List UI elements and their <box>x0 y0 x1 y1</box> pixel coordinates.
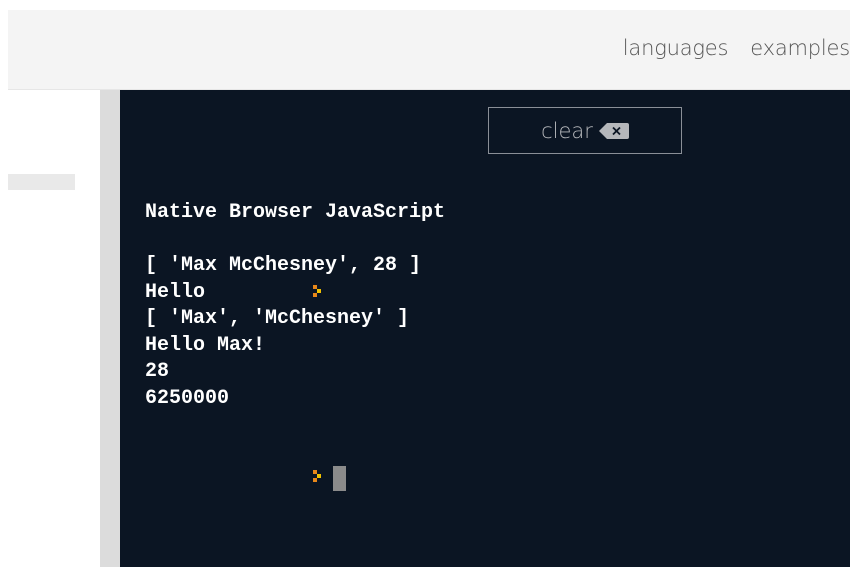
text-cursor[interactable] <box>333 465 347 491</box>
sidebar-placeholder <box>8 174 75 190</box>
prompt-chevron-icon <box>217 439 323 519</box>
top-nav-bar: languages examples <box>8 10 850 90</box>
input-line[interactable] <box>145 412 445 491</box>
prompt-line <box>145 227 445 297</box>
output-line: 28 <box>145 360 170 383</box>
output-line: 6250000 <box>145 386 230 410</box>
console-output: Native Browser JavaScript [ 'Max McChesn… <box>145 200 446 491</box>
nav-examples-link[interactable]: examples <box>750 36 850 60</box>
output-line: [ 'Max', 'McChesney' ] <box>145 307 410 330</box>
output-line: Hello Max! <box>145 333 266 357</box>
output-line: [ 'Max McChesney', 28 ] <box>145 254 422 277</box>
clear-button[interactable]: clear <box>488 107 682 154</box>
nav-links: languages examples <box>623 36 850 60</box>
editor-gutter <box>100 90 120 567</box>
console-panel: clear Native Browser JavaScript [ 'Max M… <box>120 90 850 567</box>
clear-button-label: clear <box>541 118 593 143</box>
console-header: Native Browser JavaScript <box>145 201 446 224</box>
backspace-icon <box>598 122 629 139</box>
nav-languages-link[interactable]: languages <box>623 36 729 60</box>
